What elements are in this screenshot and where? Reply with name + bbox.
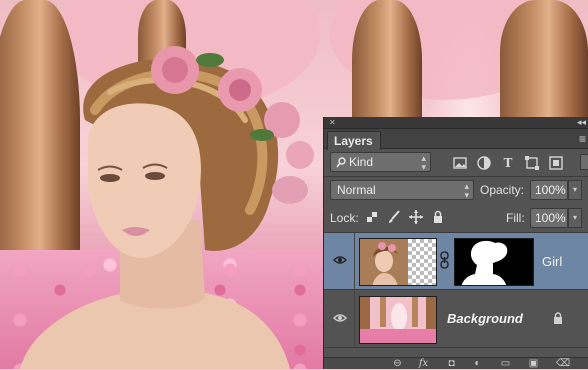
eye-icon <box>333 314 347 322</box>
shape-filter-icon[interactable] <box>524 155 540 171</box>
panel-bottom-bar: ⊖ fx ◘ ◐ ▭ ▣ ⌫ <box>324 357 588 369</box>
layer-name[interactable]: Girl <box>542 254 562 269</box>
lock-row: Lock: Fill: 100% ▾ <box>324 205 588 231</box>
chevron-updown-icon: ▴ ▾ <box>421 153 426 172</box>
chevron-down-icon: ▾ <box>572 213 577 222</box>
layer-row-girl[interactable]: Girl <box>324 233 588 290</box>
image-filter-icon[interactable] <box>452 155 468 171</box>
filter-row: Kind ▴ ▾ T <box>324 150 588 176</box>
mask-silhouette <box>461 240 508 285</box>
lock-image-icon[interactable] <box>386 209 402 225</box>
opacity-value: 100% <box>535 183 566 197</box>
fill-slider-toggle[interactable]: ▾ <box>568 208 582 228</box>
lock-icon <box>554 312 562 324</box>
layer-row-background[interactable]: Background <box>324 291 588 348</box>
panel-header-strip: ✕ ◂◂ <box>324 117 588 129</box>
eye-icon <box>333 256 347 264</box>
adjustment-filter-icon[interactable] <box>476 155 492 171</box>
blend-mode-dropdown[interactable]: Normal ▴ ▾ <box>330 180 474 200</box>
fill-label: Fill: <box>506 211 525 225</box>
new-layer-icon[interactable]: ▣ <box>528 359 539 370</box>
layer-mask-thumbnail[interactable] <box>454 238 534 286</box>
tab-layers-label: Layers <box>334 134 373 148</box>
adjustment-layer-icon[interactable]: ◐ <box>472 359 483 370</box>
visibility-toggle[interactable] <box>324 233 355 289</box>
opacity-slider-toggle[interactable]: ▾ <box>568 180 582 200</box>
filter-kind-dropdown[interactable]: Kind ▴ ▾ <box>330 152 431 172</box>
panel-expand-icon[interactable]: ◂◂ <box>577 117 586 128</box>
type-filter-icon[interactable]: T <box>500 155 516 171</box>
filter-toggle-switch[interactable] <box>580 154 588 170</box>
layer-thumbnail-image <box>360 239 408 285</box>
portrait-woman <box>20 46 314 369</box>
add-mask-icon[interactable]: ◘ <box>446 359 457 370</box>
fill-value: 100% <box>535 211 566 225</box>
lock-all-icon[interactable] <box>430 209 446 225</box>
link-layers-icon[interactable]: ⊖ <box>392 359 403 370</box>
lock-label: Lock: <box>330 211 359 225</box>
layer-thumbnail-image <box>360 297 436 343</box>
collapse-icon[interactable]: ✕ <box>329 117 336 128</box>
tab-layers[interactable]: Layers <box>327 131 381 150</box>
layer-thumbnail[interactable] <box>359 238 437 286</box>
trash-icon[interactable]: ⌫ <box>556 359 570 370</box>
layer-name[interactable]: Background <box>447 311 523 326</box>
mask-link-icon[interactable] <box>439 251 450 269</box>
smart-object-filter-icon[interactable] <box>548 155 564 171</box>
search-icon <box>336 157 346 168</box>
blend-mode-value: Normal <box>337 183 376 197</box>
new-group-icon[interactable]: ▭ <box>500 359 511 370</box>
opacity-label: Opacity: <box>480 183 525 197</box>
layer-thumbnail[interactable] <box>359 296 437 344</box>
blend-row: Normal ▴ ▾ Opacity: 100% ▾ <box>324 177 588 203</box>
chevron-updown-icon: ▴ ▾ <box>464 181 469 200</box>
panel-tab-bar: Layers ≡ <box>324 129 588 150</box>
layers-panel: ✕ ◂◂ Layers ≡ Kind ▴ ▾ T Normal ▴ ▾ Opacit… <box>323 117 588 369</box>
fx-icon[interactable]: fx <box>418 359 429 370</box>
lock-transparent-icon[interactable] <box>364 209 380 225</box>
fill-input[interactable]: 100% <box>530 208 568 228</box>
chevron-down-icon: ▾ <box>572 185 577 194</box>
tree-trunk <box>500 0 588 130</box>
opacity-input[interactable]: 100% <box>530 180 568 200</box>
panel-menu-icon[interactable]: ≡ <box>579 132 586 146</box>
lock-position-icon[interactable] <box>408 209 424 225</box>
visibility-toggle[interactable] <box>324 291 355 347</box>
